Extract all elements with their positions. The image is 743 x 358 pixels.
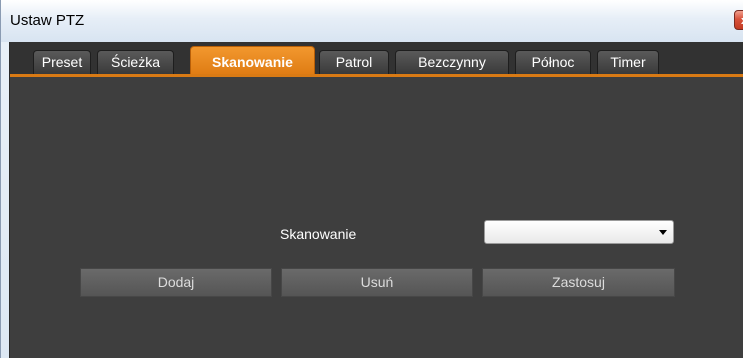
scan-label: Skanowanie [280,226,357,242]
scan-select[interactable] [484,220,674,244]
tab-polnoc[interactable]: Północ [515,50,591,74]
ptz-panel: Preset Ścieżka Skanowanie Patrol Bezczyn… [9,42,743,358]
remove-button[interactable]: Usuń [281,268,473,297]
tab-sciezka[interactable]: Ścieżka [97,50,174,74]
title-bar[interactable]: Ustaw PTZ x [1,0,743,42]
apply-button[interactable]: Zastosuj [482,268,675,297]
close-button[interactable]: x [734,10,743,30]
tab-timer[interactable]: Timer [597,50,659,74]
tab-strip: Preset Ścieżka Skanowanie Patrol Bezczyn… [10,42,743,77]
chevron-down-icon [659,230,667,235]
tab-patrol[interactable]: Patrol [319,50,389,74]
add-button[interactable]: Dodaj [80,268,272,297]
tab-preset[interactable]: Preset [33,50,91,74]
window-title: Ustaw PTZ [10,12,85,29]
tab-bezczynny[interactable]: Bezczynny [395,50,509,74]
ptz-settings-window: Ustaw PTZ x Preset Ścieżka Skanowanie Pa… [0,0,743,358]
tab-skanowanie[interactable]: Skanowanie [190,46,315,76]
tab-accent-bar [10,74,743,77]
